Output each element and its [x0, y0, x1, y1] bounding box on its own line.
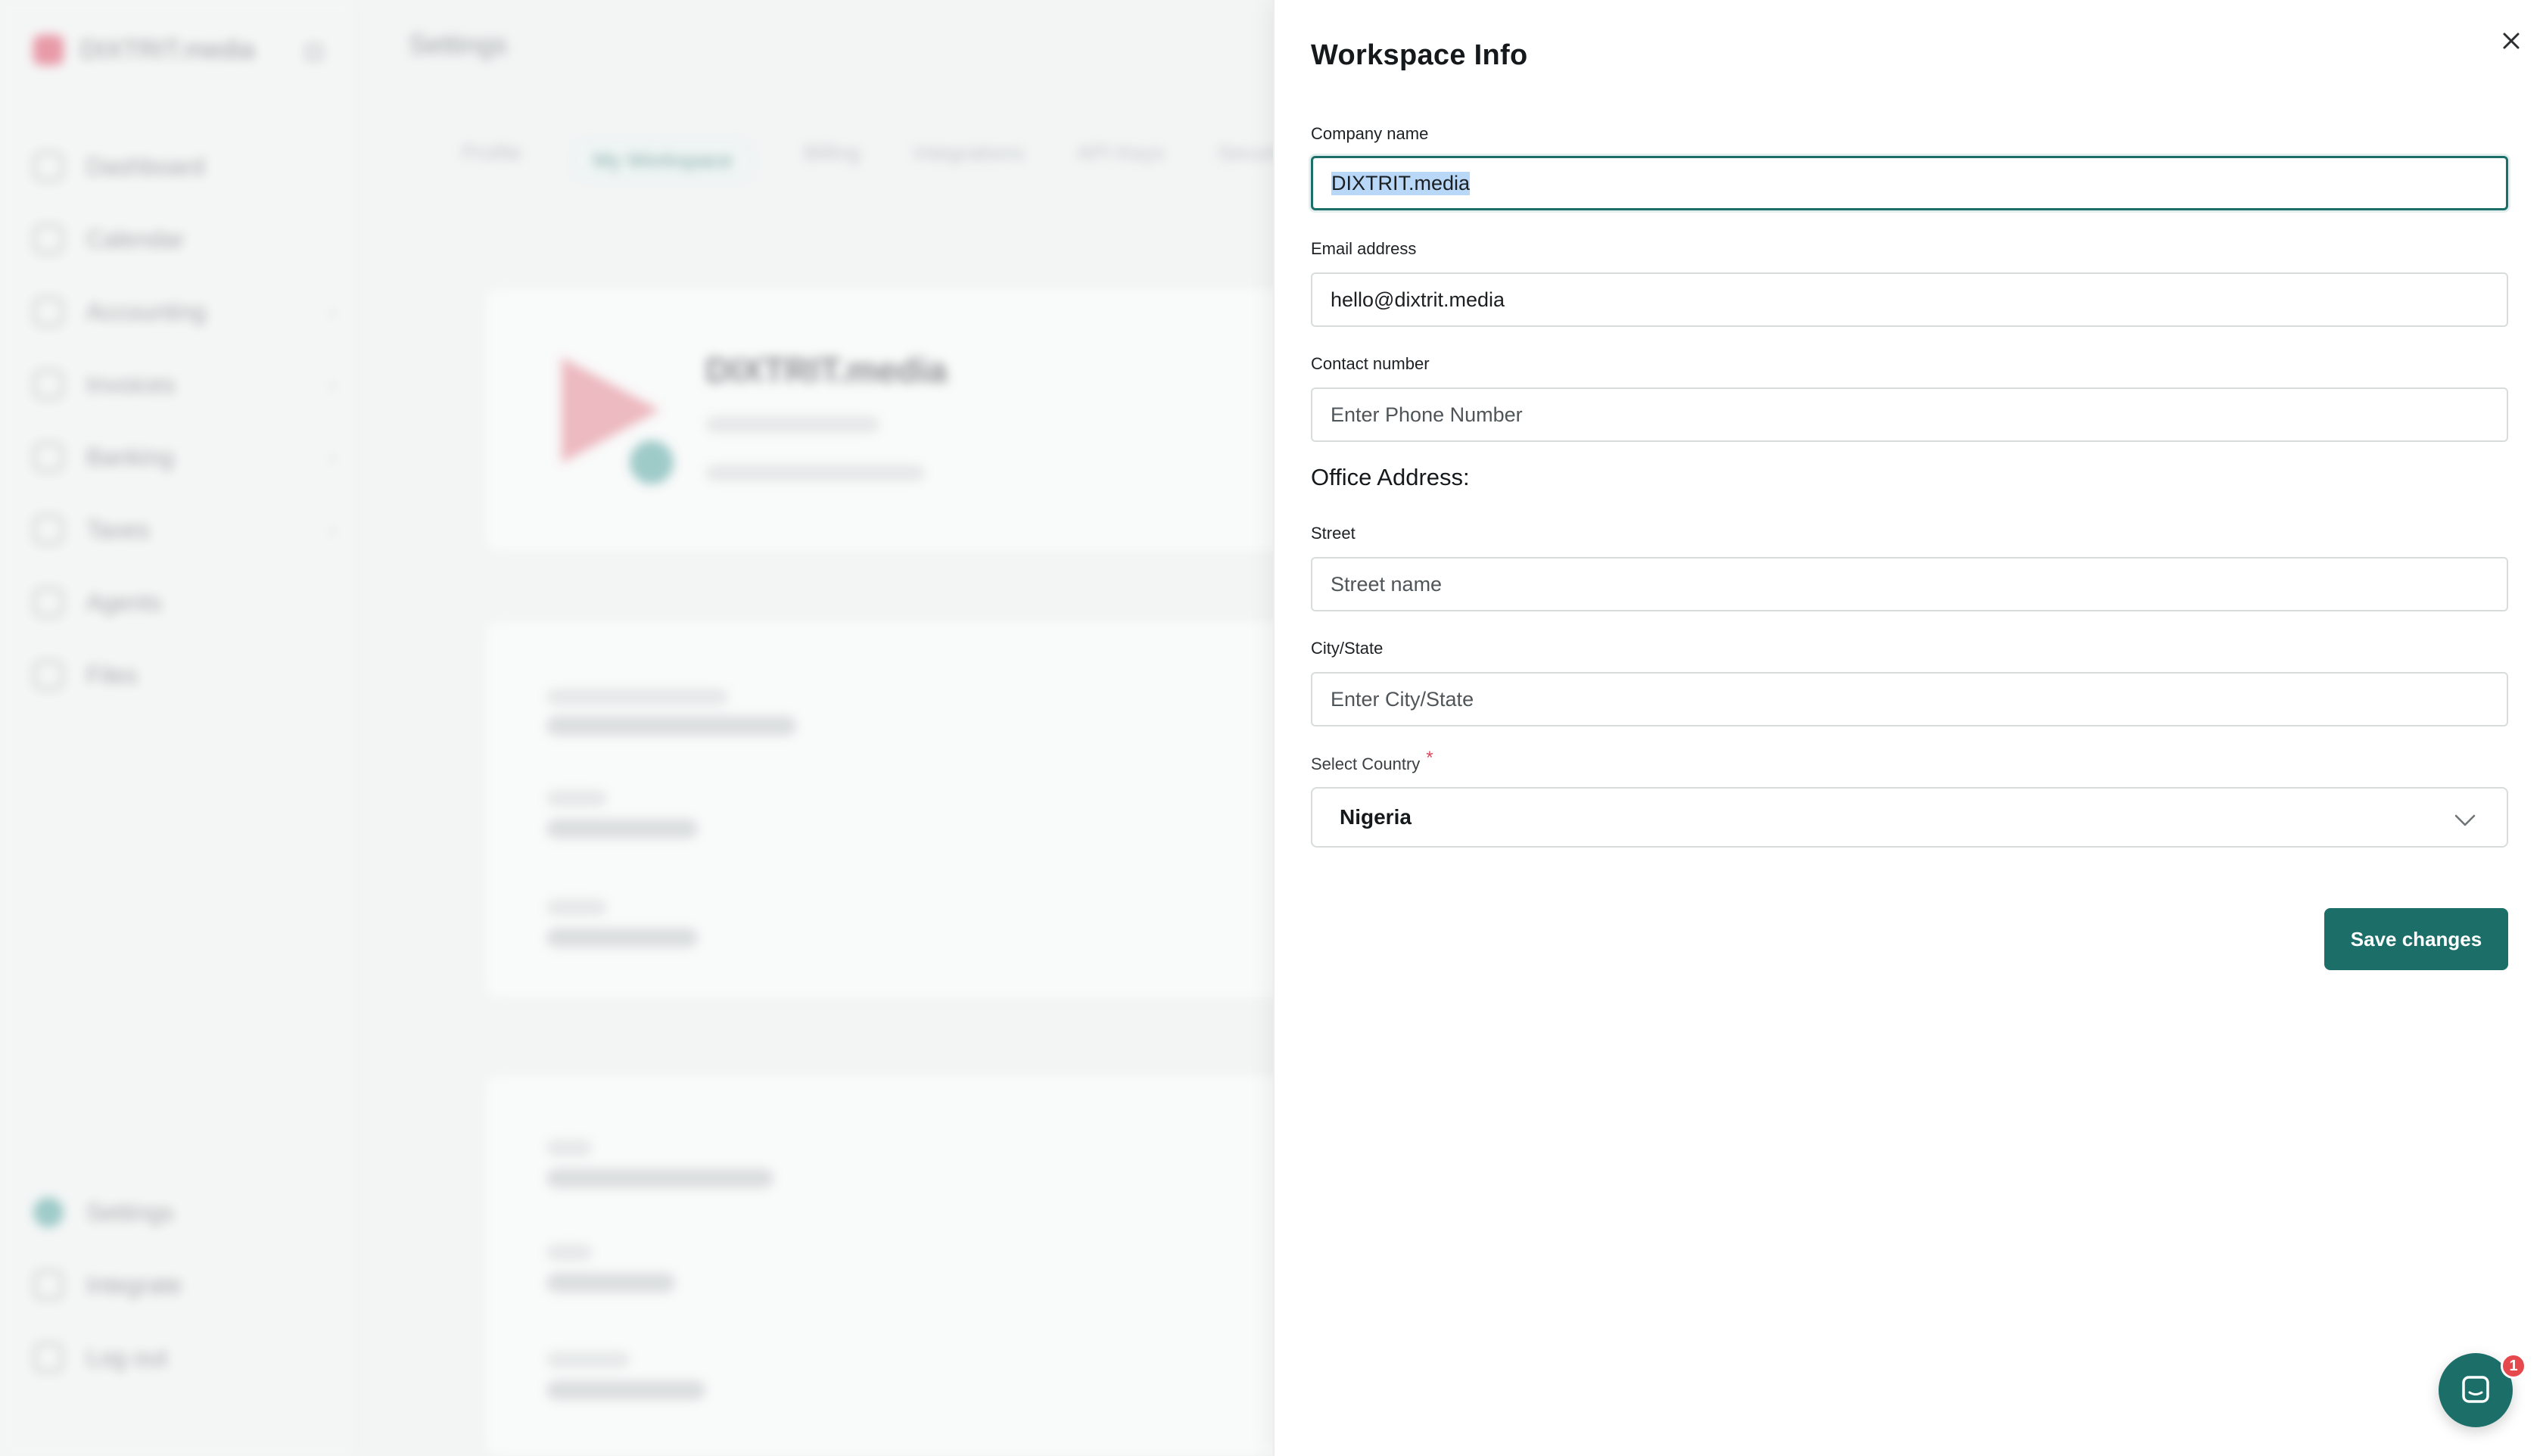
- company-name-input[interactable]: DIXTRIT.media: [1311, 156, 2508, 210]
- dashboard-icon: [33, 151, 64, 182]
- sidebar-item-label: Agents: [86, 588, 162, 616]
- sidebar-item-logout[interactable]: Log out: [33, 1321, 359, 1394]
- save-changes-button[interactable]: Save changes: [2324, 908, 2508, 970]
- country-select[interactable]: Nigeria: [1311, 787, 2508, 848]
- brand-logo: [33, 35, 64, 65]
- notification-badge: 1: [2501, 1353, 2526, 1379]
- agents-icon: [33, 587, 64, 618]
- tab-my-workspace[interactable]: My Workspace: [574, 141, 752, 180]
- workspace-name: DIXTRIT.media: [705, 350, 948, 390]
- sidebar: DIXTRIT.media Dashboard Calendar Account…: [0, 0, 356, 1456]
- workspace-info-drawer: Workspace Info Company name DIXTRIT.medi…: [1273, 0, 2543, 1456]
- country-select-value: Nigeria: [1340, 805, 1412, 829]
- workspace-logo: [554, 357, 674, 484]
- logout-icon: [33, 1342, 64, 1373]
- sidebar-item-settings[interactable]: Settings: [33, 1176, 359, 1249]
- brand-name: DIXTRIT.media: [80, 35, 255, 64]
- sidebar-item-calendar[interactable]: Calendar: [33, 203, 344, 275]
- office-address-heading: Office Address:: [1311, 464, 1470, 490]
- tab-integrations[interactable]: Integrations: [914, 141, 1024, 180]
- sidebar-item-banking[interactable]: Banking ›: [33, 421, 344, 493]
- street-field[interactable]: [1311, 557, 2508, 611]
- sidebar-nav: Dashboard Calendar Accounting › Invoices ›…: [33, 130, 344, 711]
- sidebar-item-accounting[interactable]: Accounting ›: [33, 275, 344, 348]
- country-label: Select Country *: [1311, 748, 1433, 775]
- sidebar-item-files[interactable]: Files: [33, 639, 344, 711]
- company-name-label: Company name: [1311, 124, 1429, 143]
- sidebar-bottom-nav: Settings Integrate Log out: [33, 1176, 359, 1394]
- email-label: Email address: [1311, 239, 1417, 258]
- close-button[interactable]: [2493, 23, 2529, 59]
- blurred-text: [546, 928, 698, 947]
- sidebar-item-label: Log out: [86, 1343, 167, 1371]
- tab-api-keys[interactable]: API Keys: [1077, 141, 1164, 180]
- sidebar-item-label: Banking: [86, 443, 174, 471]
- tax-icon: [33, 515, 64, 545]
- sidebar-item-label: Invoices: [86, 370, 176, 398]
- tab-profile[interactable]: Profile: [462, 141, 521, 180]
- sidebar-item-label: Files: [86, 661, 138, 689]
- blurred-label: [546, 1352, 630, 1368]
- integrate-icon: [33, 1270, 64, 1300]
- blurred-label: [546, 1244, 592, 1261]
- calendar-icon: [33, 224, 64, 254]
- close-icon: [2503, 33, 2520, 49]
- drawer-title: Workspace Info: [1311, 39, 1528, 71]
- sidebar-item-dashboard[interactable]: Dashboard: [33, 130, 344, 203]
- logo-edit-dot: [630, 440, 674, 484]
- invoice-icon: [33, 369, 64, 400]
- bank-icon: [33, 442, 64, 472]
- blurred-text: [546, 716, 796, 736]
- street-label: Street: [1311, 524, 1356, 543]
- workspace-detail-line: [705, 465, 925, 481]
- chevron-right-icon: ›: [328, 445, 336, 468]
- chevron-right-icon: ›: [328, 300, 336, 323]
- settings-tabs: Profile My Workspace Billing Integration…: [462, 141, 1371, 180]
- sidebar-item-label: Taxes: [86, 515, 150, 543]
- workspace-detail-line: [705, 416, 879, 433]
- sidebar-item-invoices[interactable]: Invoices ›: [33, 348, 344, 421]
- sidebar-item-taxes[interactable]: Taxes ›: [33, 493, 344, 566]
- blurred-label: [546, 1140, 592, 1156]
- sidebar-item-label: Dashboard: [86, 152, 205, 180]
- sidebar-item-label: Calendar: [86, 225, 185, 253]
- gear-icon: [33, 1197, 64, 1227]
- contact-number-label: Contact number: [1311, 354, 1430, 373]
- accounting-icon: [33, 297, 64, 327]
- chat-icon: [2462, 1376, 2489, 1403]
- blurred-text: [546, 1168, 773, 1188]
- chevron-down-icon: [2454, 814, 2476, 826]
- city-state-field[interactable]: [1311, 672, 2508, 726]
- sidebar-item-integrate[interactable]: Integrate: [33, 1249, 359, 1321]
- sidebar-item-agents[interactable]: Agents: [33, 566, 344, 639]
- brand[interactable]: DIXTRIT.media: [33, 35, 255, 65]
- blurred-text: [546, 1380, 705, 1400]
- company-name-value: DIXTRIT.media: [1331, 171, 1471, 195]
- required-mark: *: [1426, 748, 1433, 768]
- blurred-text: [546, 1273, 675, 1293]
- sidebar-item-label: Integrate: [86, 1271, 182, 1299]
- files-icon: [33, 660, 64, 690]
- chevron-right-icon: ›: [328, 518, 336, 541]
- contact-number-field[interactable]: [1311, 387, 2508, 442]
- sidebar-item-label: Settings: [86, 1198, 174, 1226]
- country-label-text: Select Country: [1311, 754, 1421, 773]
- chevron-right-icon: ›: [328, 372, 336, 396]
- sidebar-collapse-icon[interactable]: [306, 44, 322, 61]
- sidebar-item-label: Accounting: [86, 297, 207, 325]
- blurred-label: [546, 689, 728, 705]
- blurred-text: [546, 819, 698, 838]
- tab-billing[interactable]: Billing: [804, 141, 861, 180]
- blurred-label: [546, 790, 607, 807]
- blurred-label: [546, 899, 607, 916]
- city-state-label: City/State: [1311, 639, 1384, 658]
- page-title: Settings: [409, 29, 508, 60]
- email-field[interactable]: [1311, 272, 2508, 327]
